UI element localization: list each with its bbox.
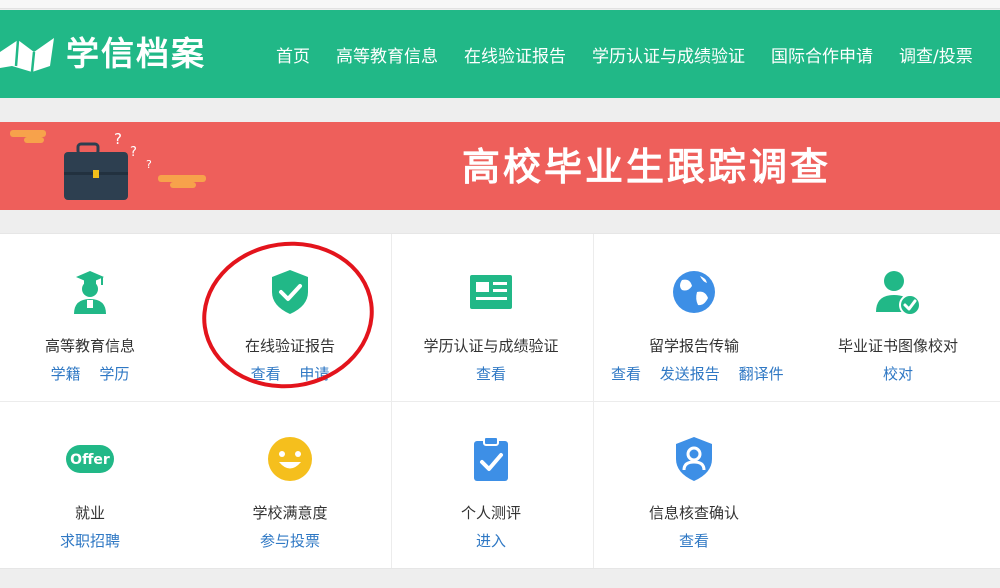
tile-study-abroad-report: 留学报告传输 查看 发送报告 翻译件 — [604, 244, 784, 394]
clipboard-check-icon[interactable] — [467, 435, 515, 483]
link-vote[interactable]: 参与投票 — [260, 532, 320, 550]
banner-title: 高校毕业生跟踪调查 — [462, 145, 832, 189]
tile-personal-assessment: 个人测评 进入 — [401, 411, 581, 561]
link-translation[interactable]: 翻译件 — [739, 365, 784, 383]
tile-higher-education-info: 高等教育信息 学籍 学历 — [0, 244, 180, 394]
link-enter[interactable]: 进入 — [476, 532, 506, 550]
tile-title: 就业 — [74, 504, 105, 522]
tile-degree-certification: 学历认证与成绩验证 查看 — [401, 244, 581, 394]
tile-info-verification: 信息核查确认 查看 — [604, 411, 784, 561]
tile-title: 学历认证与成绩验证 — [423, 337, 559, 355]
svg-text:?: ? — [130, 145, 137, 160]
tile-title: 信息核查确认 — [648, 504, 739, 522]
site-header: 学信档案 首页 高等教育信息 在线验证报告 学历认证与成绩验证 国际合作申请 调… — [0, 10, 1000, 98]
link-send-report[interactable]: 发送报告 — [660, 365, 720, 383]
nav-home[interactable]: 首页 — [276, 42, 310, 67]
tile-title: 留学报告传输 — [648, 337, 739, 355]
main-nav: 首页 高等教育信息 在线验证报告 学历认证与成绩验证 国际合作申请 调查/投票 — [276, 10, 999, 98]
link-view-verification[interactable]: 查看 — [679, 532, 709, 550]
graduate-icon[interactable] — [66, 268, 114, 316]
nav-survey-vote[interactable]: 调查/投票 — [899, 42, 973, 67]
certificate-card-icon[interactable] — [467, 268, 515, 316]
link-student-status[interactable]: 学籍 — [51, 365, 81, 383]
offer-icon[interactable]: Offer — [66, 435, 114, 483]
globe-icon[interactable] — [670, 268, 718, 316]
service-panel: 高等教育信息 学籍 学历 在线验证报告 查看 申请 学历认证与成绩验证 查看 留… — [0, 233, 1000, 569]
offer-badge-text: Offer — [70, 452, 110, 468]
briefcase-illustration-icon: ? ? ? — [10, 130, 206, 200]
smiley-icon[interactable] — [266, 435, 314, 483]
tile-school-satisfaction: 学校满意度 参与投票 — [200, 411, 380, 561]
tile-title: 毕业证书图像校对 — [837, 337, 958, 355]
tile-diploma-image-check: 毕业证书图像校对 校对 — [808, 244, 988, 394]
svg-text:?: ? — [146, 158, 152, 171]
tile-employment: Offer 就业 求职招聘 — [0, 411, 180, 561]
survey-banner[interactable]: ? ? ? 高校毕业生跟踪调查 — [0, 122, 1000, 210]
site-logo-text[interactable]: 学信档案 — [66, 32, 206, 76]
link-job-search[interactable]: 求职招聘 — [60, 532, 120, 550]
logo-book-icon[interactable] — [0, 32, 60, 76]
svg-text:?: ? — [114, 130, 122, 148]
user-verified-icon[interactable] — [874, 268, 922, 316]
browser-top-strip — [0, 0, 1000, 9]
nav-degree-certification[interactable]: 学历认证与成绩验证 — [592, 42, 745, 67]
nav-online-verification[interactable]: 在线验证报告 — [464, 42, 566, 67]
tile-title: 高等教育信息 — [44, 337, 135, 355]
link-view-certification[interactable]: 查看 — [476, 365, 506, 383]
nav-higher-education[interactable]: 高等教育信息 — [336, 42, 438, 67]
shield-user-icon[interactable] — [670, 435, 718, 483]
nav-international-cooperation[interactable]: 国际合作申请 — [771, 42, 873, 67]
divider — [0, 401, 1000, 402]
tile-title: 学校满意度 — [252, 504, 328, 522]
link-proofread[interactable]: 校对 — [883, 365, 913, 383]
tile-title: 个人测评 — [460, 504, 521, 522]
link-degree[interactable]: 学历 — [99, 365, 129, 383]
link-view-abroad-report[interactable]: 查看 — [611, 365, 641, 383]
